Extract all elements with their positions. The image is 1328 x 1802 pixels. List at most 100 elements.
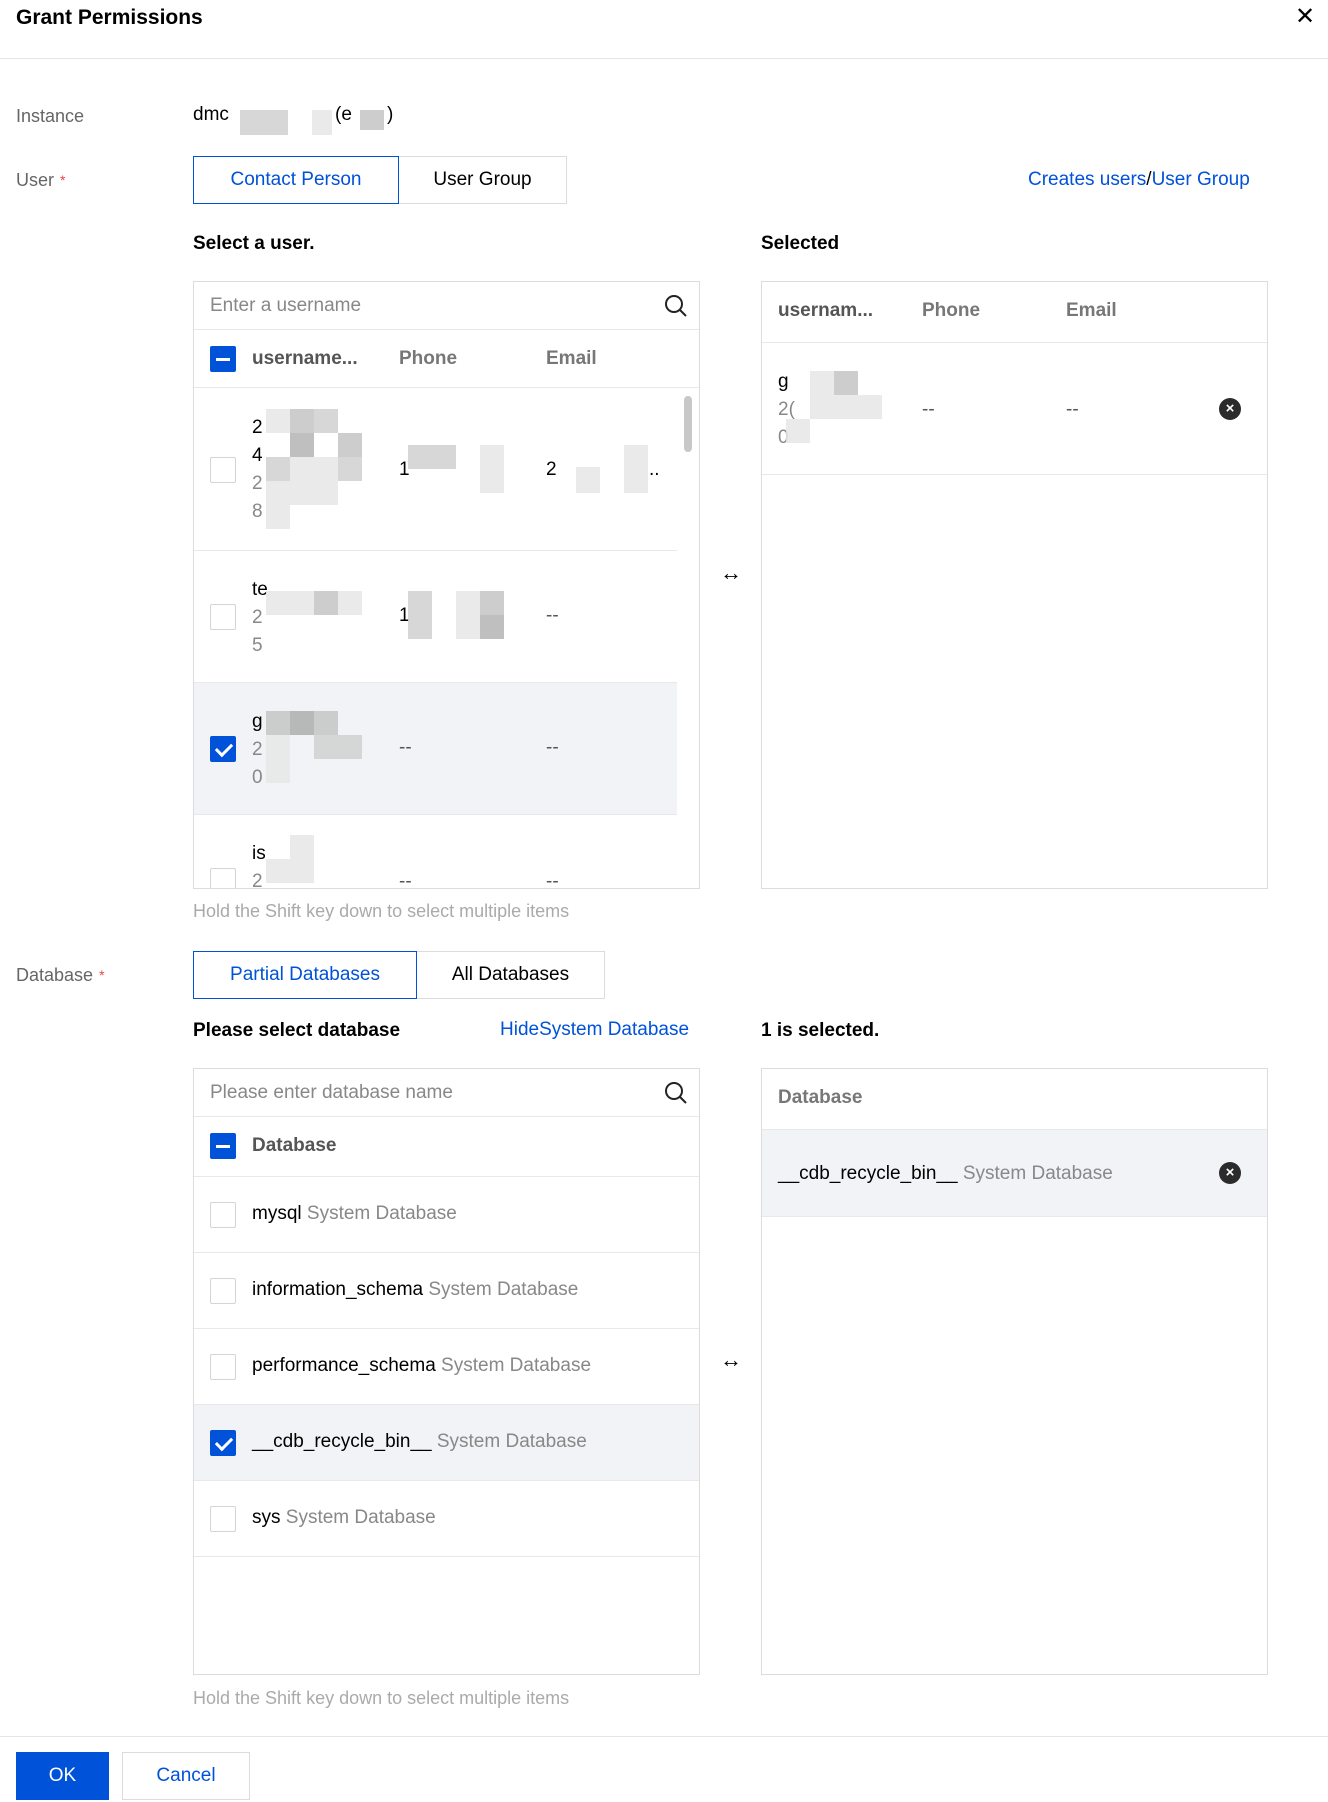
instance-value-prefix: dmc	[193, 104, 229, 125]
list-item-selected[interactable]: __cdb_recycle_bin__ System Database	[194, 1405, 699, 1481]
col-email: Email	[546, 348, 597, 369]
phone-cell: --	[399, 871, 412, 889]
redacted-block	[408, 591, 432, 639]
user-search-row	[194, 282, 699, 330]
redacted-block	[266, 481, 338, 505]
username-line: 2	[252, 739, 263, 760]
hide-system-database-link[interactable]: HideSystem Database	[500, 1019, 689, 1041]
redacted-block	[338, 591, 362, 615]
select-all-users-checkbox[interactable]	[210, 346, 236, 372]
instance-value-paren-close: )	[387, 104, 394, 125]
ok-button[interactable]: OK	[16, 1752, 109, 1800]
username-line: 2(	[778, 399, 795, 420]
redacted-block	[834, 371, 858, 395]
user-links: Creates users/User Group	[1028, 169, 1250, 191]
database-name: mysql	[252, 1203, 302, 1224]
database-search-input[interactable]	[210, 1079, 650, 1107]
table-row[interactable]: 2 4 2 8 1 2 ..	[194, 389, 677, 551]
user-source-panel: username... Phone Email 2 4 2 8 1 2 .. t…	[193, 281, 700, 889]
username-line: 4	[252, 445, 263, 466]
database-name: performance_schema	[252, 1355, 436, 1376]
redacted-block	[290, 835, 314, 859]
row-checkbox[interactable]	[210, 457, 236, 483]
redacted-block	[266, 409, 290, 433]
redacted-block	[314, 409, 338, 433]
search-icon[interactable]	[663, 293, 689, 319]
creates-users-link[interactable]: Creates users	[1028, 169, 1146, 190]
database-name: __cdb_recycle_bin__	[778, 1163, 958, 1184]
instance-label: Instance	[16, 106, 85, 126]
user-list-scrollbar[interactable]	[684, 396, 692, 452]
remove-icon[interactable]: ×	[1219, 1162, 1241, 1184]
username-line: 2	[252, 607, 263, 628]
remove-icon[interactable]: ×	[1219, 398, 1241, 420]
row-checkbox[interactable]	[210, 604, 236, 630]
user-search-input[interactable]	[210, 292, 650, 320]
instance-value: dmc	[193, 104, 229, 126]
database-source-panel: Database mysql System Database informati…	[193, 1068, 700, 1675]
selected-users-title: Selected	[761, 233, 840, 254]
database-checkbox[interactable]	[210, 1430, 236, 1456]
database-checkbox[interactable]	[210, 1278, 236, 1304]
user-label-text: User	[16, 170, 55, 190]
database-label-text: Database	[16, 965, 94, 985]
redacted-block	[266, 505, 290, 529]
user-selected-panel: usernam... Phone Email g 2( 0 -- -- ×	[761, 281, 1268, 889]
transfer-icon: ↔	[720, 1347, 742, 1372]
user-group-link[interactable]: User Group	[1152, 169, 1250, 190]
tab-partial-databases[interactable]: Partial Databases	[193, 951, 417, 999]
tab-all-databases[interactable]: All Databases	[416, 951, 605, 999]
database-tag: System Database	[285, 1507, 436, 1528]
database-name: information_schema	[252, 1279, 424, 1300]
list-item[interactable]: sys System Database	[194, 1481, 699, 1557]
col-username: usernam...	[778, 300, 874, 321]
table-row-selected[interactable]: g 2 0 -- --	[194, 683, 677, 815]
list-item[interactable]: information_schema System Database	[194, 1253, 699, 1329]
close-icon[interactable]: ✕	[1292, 4, 1318, 30]
username-line: 0	[252, 767, 263, 788]
redacted-block	[314, 591, 338, 615]
col-phone: Phone	[399, 348, 458, 369]
database-checkbox[interactable]	[210, 1354, 236, 1380]
database-checkbox[interactable]	[210, 1202, 236, 1228]
database-name: sys	[252, 1507, 281, 1528]
tab-user-group[interactable]: User Group	[398, 156, 567, 204]
database-checkbox[interactable]	[210, 1506, 236, 1532]
search-icon[interactable]	[663, 1080, 689, 1106]
redacted-block	[266, 591, 314, 615]
username-line: 2	[252, 473, 263, 494]
col-database: Database	[252, 1135, 337, 1156]
dialog-title: Grant Permissions	[16, 6, 203, 29]
user-table-header: username... Phone Email	[194, 330, 699, 388]
table-row[interactable]: is 2 -- --	[194, 815, 677, 889]
email-cell: --	[1066, 399, 1079, 420]
col-phone: Phone	[922, 300, 981, 321]
tab-contact-person[interactable]: Contact Person	[193, 156, 399, 204]
username-line: 2	[252, 417, 263, 438]
email-cell: --	[546, 737, 559, 758]
redacted-block	[290, 711, 314, 735]
redacted-block	[480, 591, 504, 615]
redacted-block	[290, 433, 314, 457]
redacted-block	[810, 371, 834, 395]
database-tag: System Database	[962, 1163, 1113, 1184]
phone-cell: --	[922, 399, 935, 420]
row-checkbox[interactable]	[210, 868, 236, 888]
col-email: Email	[1066, 300, 1117, 321]
col-username: username...	[252, 348, 358, 369]
cancel-button[interactable]: Cancel	[122, 1752, 250, 1800]
selected-database-header: Database	[762, 1069, 1267, 1130]
select-all-databases-checkbox[interactable]	[210, 1133, 236, 1159]
select-user-title: Select a user.	[193, 233, 315, 254]
table-row[interactable]: te 2 5 1 --	[194, 551, 677, 683]
footer-divider	[0, 1736, 1328, 1737]
redacted-block	[266, 735, 290, 759]
row-checkbox[interactable]	[210, 736, 236, 762]
username-line: g	[778, 371, 789, 392]
list-item[interactable]: performance_schema System Database	[194, 1329, 699, 1405]
database-name: __cdb_recycle_bin__	[252, 1431, 432, 1452]
redacted-block	[786, 419, 810, 443]
list-item[interactable]: mysql System Database	[194, 1177, 699, 1253]
database-tag: System Database	[441, 1355, 592, 1376]
email-cell-ellipsis: ..	[649, 459, 660, 480]
